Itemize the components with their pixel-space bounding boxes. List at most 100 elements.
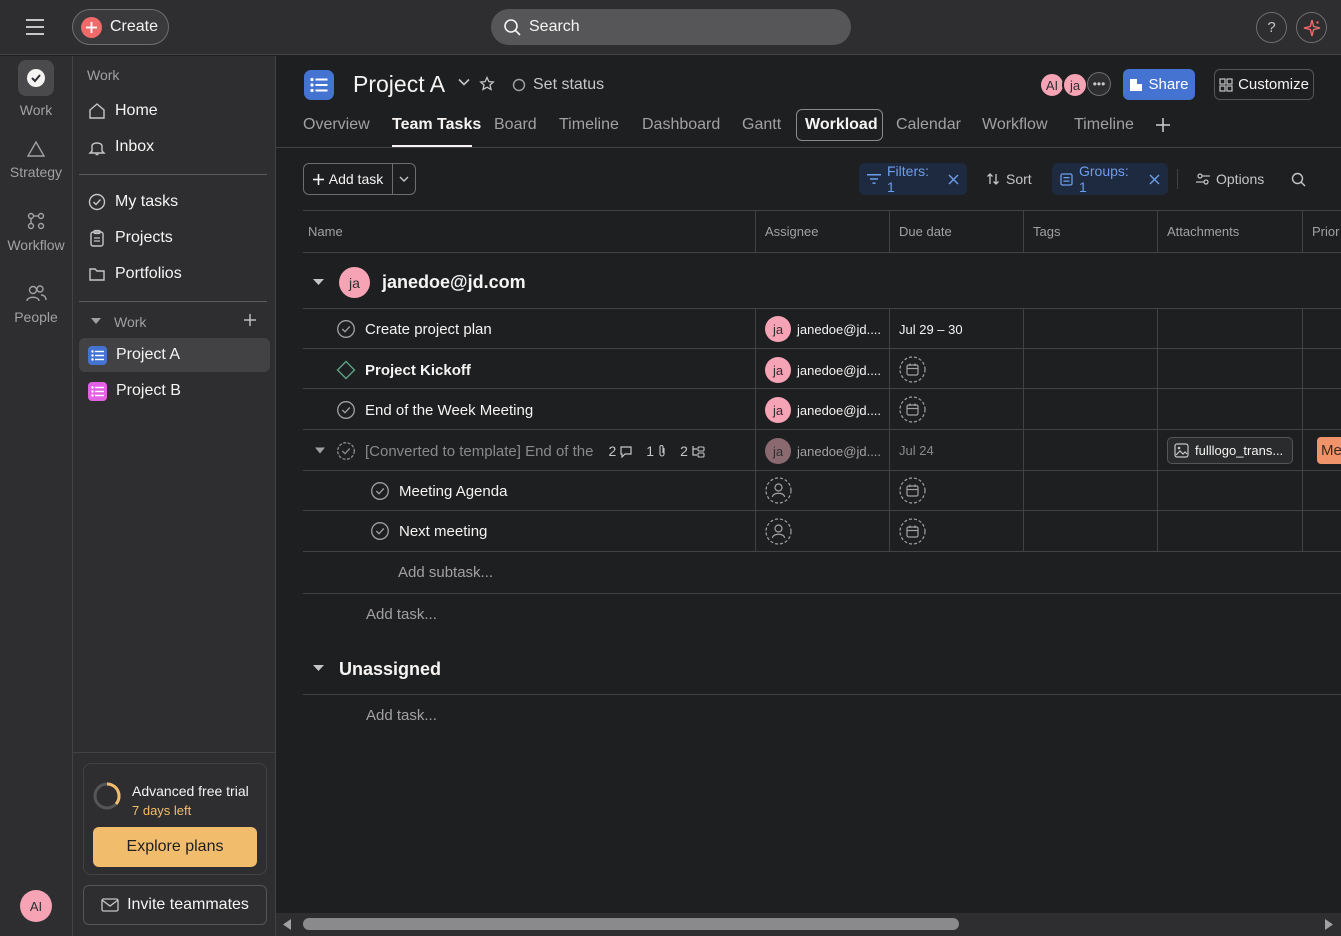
table-row-name[interactable]: Create project plan — [336, 319, 492, 339]
group-collapse-caret-icon[interactable] — [312, 277, 325, 287]
task-complete-check-icon[interactable] — [336, 319, 356, 339]
sidebar-item-my-tasks[interactable]: My tasks — [79, 185, 270, 219]
due-date-cell[interactable]: Jul 29 – 30 — [899, 322, 963, 337]
tab-gantt[interactable]: Gantt — [742, 116, 781, 134]
rail-item-strategy[interactable]: Strategy — [0, 140, 72, 180]
assignee-cell[interactable]: ja janedoe@jd.... — [765, 397, 881, 423]
sidebar-item-home[interactable]: Home — [79, 94, 270, 128]
priority-chip[interactable]: Me — [1317, 437, 1341, 464]
comment-count[interactable]: 2 — [608, 443, 633, 459]
sort-button[interactable]: Sort — [986, 163, 1032, 195]
row-divider — [303, 593, 1341, 594]
team-heading[interactable]: Work — [114, 314, 146, 330]
ai-sparkle-icon[interactable] — [1296, 12, 1327, 43]
column-header-tags[interactable]: Tags — [1033, 224, 1060, 239]
group-header-unassigned[interactable]: Unassigned — [339, 659, 441, 680]
header-divider — [276, 147, 1341, 148]
rail-item-workflow[interactable]: Workflow — [0, 211, 72, 253]
close-icon[interactable] — [948, 174, 959, 185]
subtask-row-name[interactable]: Meeting Agenda — [370, 481, 507, 501]
calendar-icon[interactable] — [899, 477, 926, 504]
sidebar-item-projects[interactable]: Projects — [79, 221, 270, 255]
calendar-icon[interactable] — [899, 356, 926, 383]
calendar-icon[interactable] — [899, 518, 926, 545]
plus-icon — [81, 16, 102, 38]
add-project-icon[interactable] — [243, 313, 257, 327]
scrollbar-thumb[interactable] — [303, 918, 959, 930]
user-avatar[interactable]: AI — [20, 890, 52, 922]
options-button[interactable]: Options — [1196, 163, 1264, 195]
column-header-attachments[interactable]: Attachments — [1167, 224, 1239, 239]
column-header-assignee[interactable]: Assignee — [765, 224, 818, 239]
tab-board[interactable]: Board — [494, 116, 537, 134]
groups-chip[interactable]: Groups: 1 — [1052, 163, 1168, 195]
tab-calendar[interactable]: Calendar — [896, 116, 961, 134]
collapse-caret-icon[interactable] — [90, 316, 102, 326]
unassigned-avatar-icon[interactable] — [765, 477, 792, 504]
tab-workload[interactable]: Workload — [805, 116, 878, 134]
group-collapse-caret-icon[interactable] — [312, 663, 325, 673]
subtask-collapse-caret-icon[interactable] — [314, 446, 326, 455]
tab-timeline-2[interactable]: Timeline — [1074, 116, 1134, 134]
tab-dashboard[interactable]: Dashboard — [642, 116, 720, 134]
unassigned-avatar-icon[interactable] — [765, 518, 792, 545]
filters-chip[interactable]: Filters: 1 — [859, 163, 967, 195]
column-header-priority[interactable]: Prior — [1312, 224, 1339, 239]
rail-item-work[interactable]: Work — [0, 60, 72, 118]
add-task-dropdown[interactable] — [393, 164, 415, 194]
help-button[interactable]: ? — [1256, 12, 1287, 43]
assignee-avatar: ja — [765, 316, 791, 342]
task-complete-check-icon[interactable] — [336, 441, 356, 461]
hamburger-menu-icon[interactable] — [24, 17, 48, 37]
star-icon[interactable] — [479, 76, 495, 92]
attachment-file-chip[interactable]: fulllogo_trans... — [1167, 437, 1293, 464]
table-row-name[interactable]: End of the Week Meeting — [336, 400, 533, 420]
search-input[interactable]: Search — [491, 9, 851, 45]
sidebar-item-project-b[interactable]: Project B — [79, 374, 270, 408]
table-row-name[interactable]: [Converted to template] End of the 2 1 2 — [336, 441, 705, 461]
sidebar-item-inbox[interactable]: Inbox — [79, 130, 270, 164]
column-header-due-date[interactable]: Due date — [899, 224, 952, 239]
close-icon[interactable] — [1149, 174, 1160, 185]
table-row-name[interactable]: Project Kickoff — [336, 360, 471, 380]
task-complete-check-icon[interactable] — [336, 400, 356, 420]
subtask-count[interactable]: 2 — [680, 443, 705, 459]
assignee-cell[interactable]: ja janedoe@jd.... — [765, 316, 881, 342]
add-task-button[interactable]: Add task — [304, 164, 393, 194]
project-list-icon[interactable] — [304, 70, 334, 100]
due-date-cell[interactable]: Jul 24 — [899, 443, 934, 458]
set-status-button[interactable]: Set status — [512, 76, 604, 94]
rail-item-people[interactable]: People — [0, 283, 72, 325]
share-button[interactable]: Share — [1123, 69, 1195, 100]
member-avatar[interactable]: ja — [1062, 72, 1088, 98]
calendar-icon[interactable] — [899, 396, 926, 423]
add-tab-icon[interactable] — [1155, 117, 1171, 133]
tab-team-tasks[interactable]: Team Tasks — [392, 116, 481, 134]
add-task-link[interactable]: Add task... — [366, 707, 437, 724]
search-tasks-icon[interactable] — [1291, 163, 1306, 195]
more-members-icon[interactable]: ••• — [1087, 72, 1111, 96]
tab-timeline[interactable]: Timeline — [559, 116, 619, 134]
subtask-row-name[interactable]: Next meeting — [370, 521, 487, 541]
scroll-right-arrow-icon[interactable] — [1324, 918, 1334, 931]
scroll-left-arrow-icon[interactable] — [282, 918, 292, 931]
customize-button[interactable]: Customize — [1214, 69, 1314, 100]
sidebar-item-portfolios[interactable]: Portfolios — [79, 257, 270, 291]
task-complete-check-icon[interactable] — [370, 521, 390, 541]
sidebar-item-project-a[interactable]: Project A — [79, 338, 270, 372]
create-button[interactable]: Create — [72, 9, 169, 45]
tab-overview[interactable]: Overview — [303, 116, 370, 134]
attachment-count[interactable]: 1 — [646, 443, 667, 459]
milestone-diamond-icon[interactable] — [336, 360, 356, 380]
column-header-name[interactable]: Name — [308, 224, 343, 239]
tab-workflow[interactable]: Workflow — [982, 116, 1048, 134]
invite-teammates-button[interactable]: Invite teammates — [83, 885, 267, 925]
add-task-link[interactable]: Add task... — [366, 606, 437, 623]
task-complete-check-icon[interactable] — [370, 481, 390, 501]
assignee-cell[interactable]: ja janedoe@jd.... — [765, 438, 881, 464]
group-header-janedoe[interactable]: ja janedoe@jd.com — [339, 267, 526, 298]
add-subtask-link[interactable]: Add subtask... — [398, 564, 493, 581]
chevron-down-icon[interactable] — [458, 78, 470, 86]
assignee-cell[interactable]: ja janedoe@jd.... — [765, 357, 881, 383]
explore-plans-button[interactable]: Explore plans — [93, 827, 257, 867]
